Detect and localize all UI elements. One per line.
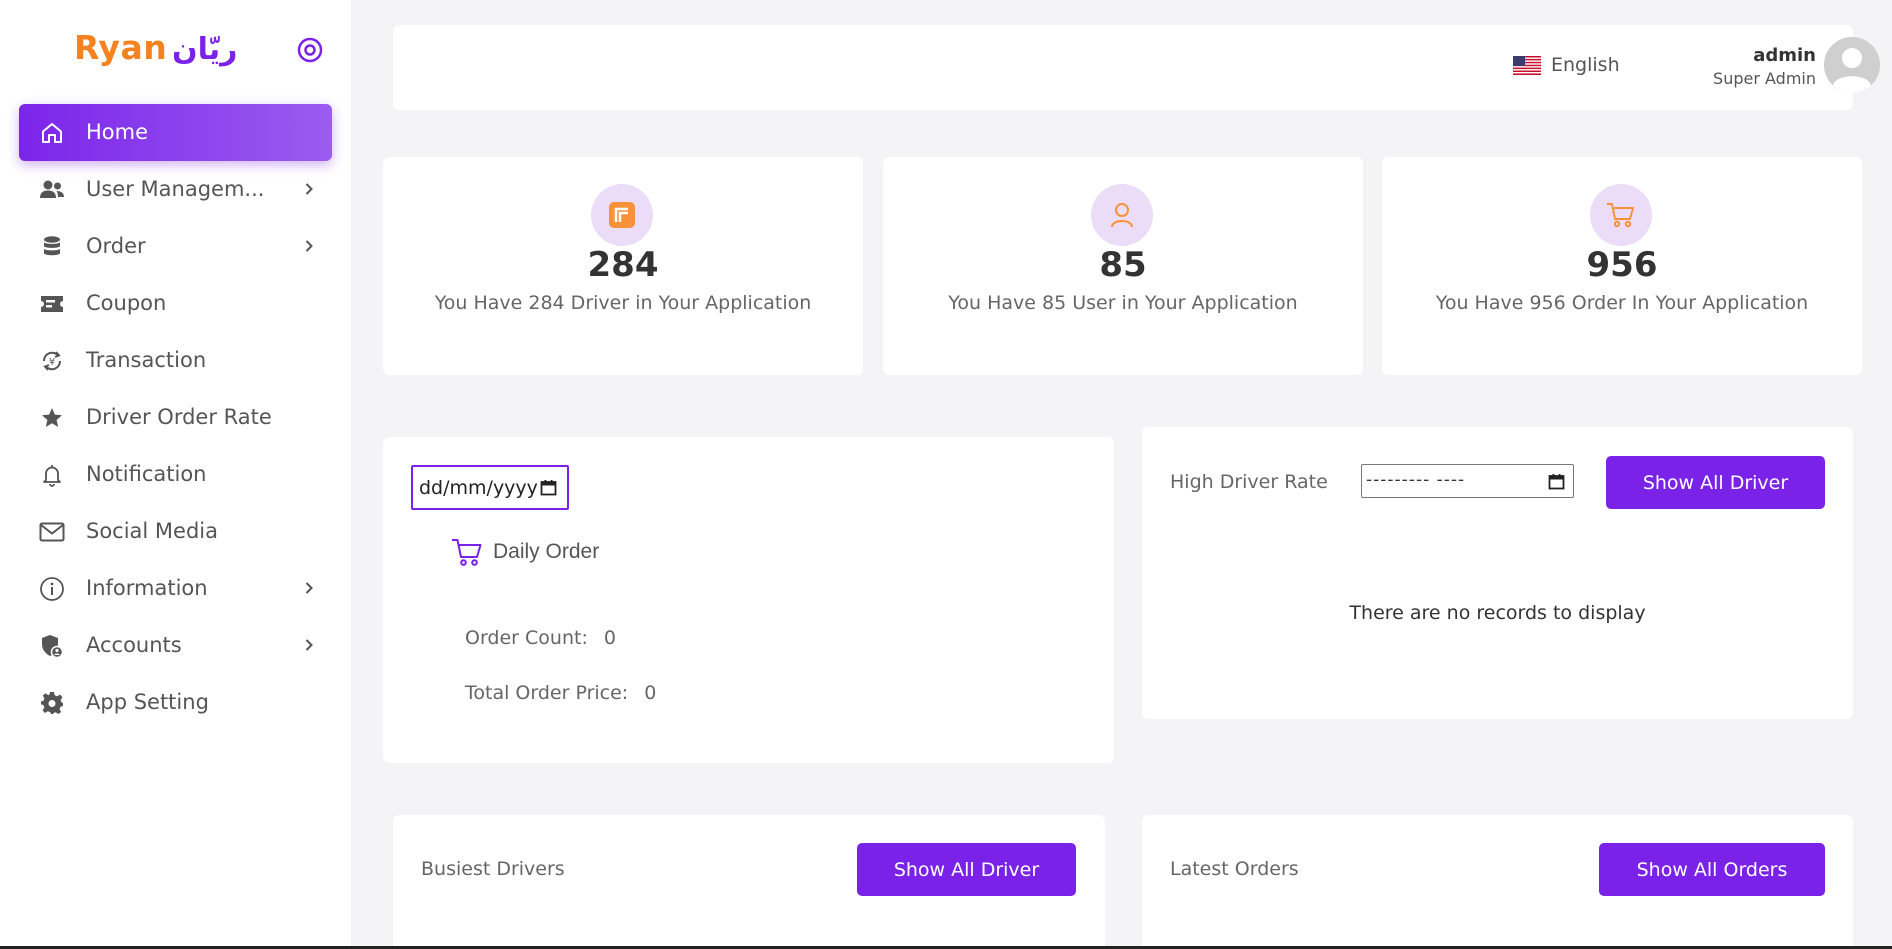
show-all-driver-button[interactable]: Show All Driver xyxy=(857,843,1076,896)
month-placeholder: --------- ---- xyxy=(1366,470,1466,490)
sidebar-item-label: User Managem... xyxy=(86,177,265,201)
high-driver-rate-label: High Driver Rate xyxy=(1170,471,1328,493)
calendar-icon[interactable] xyxy=(1548,473,1565,490)
order-count-label: Order Count: xyxy=(465,627,588,649)
total-order-price-row: Total Order Price: 0 xyxy=(465,682,656,704)
chevron-right-icon xyxy=(300,237,318,255)
latest-orders-panel: Latest Orders Show All Orders xyxy=(1142,815,1853,949)
sidebar-item-label: Transaction xyxy=(86,348,207,372)
top-header: English admin Super Admin xyxy=(393,25,1880,110)
user-name: admin xyxy=(1753,45,1816,66)
busiest-drivers-title: Busiest Drivers xyxy=(421,858,565,880)
mail-icon xyxy=(39,519,65,545)
stat-value: 956 xyxy=(1586,245,1658,285)
sidebar-nav: Home User Managem... Order Coupon ¥ Tran… xyxy=(19,104,332,731)
brand-name-latin: Ryan xyxy=(74,28,168,67)
daily-order-title: Daily Order xyxy=(451,537,599,567)
brand-logo: Ryan ريّان xyxy=(0,28,351,74)
stat-card-orders: 956 You Have 956 Order In Your Applicati… xyxy=(1382,157,1862,375)
us-flag-icon xyxy=(1513,55,1541,75)
sidebar-item-user-management[interactable]: User Managem... xyxy=(19,161,332,218)
language-label: English xyxy=(1551,54,1620,76)
cart-icon xyxy=(1590,184,1652,246)
show-all-driver-button[interactable]: Show All Driver xyxy=(1606,456,1825,509)
info-icon xyxy=(39,576,65,602)
database-icon xyxy=(39,234,65,260)
language-selector[interactable]: English xyxy=(1513,54,1620,76)
sidebar-item-accounts[interactable]: Accounts xyxy=(19,617,332,674)
daily-order-label: Daily Order xyxy=(493,540,600,563)
sidebar-item-transaction[interactable]: ¥ Transaction xyxy=(19,332,332,389)
stat-description: You Have 85 User in Your Application xyxy=(948,292,1298,314)
sidebar-item-home[interactable]: Home xyxy=(19,104,332,161)
user-role: Super Admin xyxy=(1713,69,1816,88)
ticket-icon xyxy=(39,291,65,317)
stat-card-users: 85 You Have 85 User in Your Application xyxy=(883,157,1363,375)
show-all-orders-button[interactable]: Show All Orders xyxy=(1599,843,1825,896)
shield-user-icon xyxy=(39,633,65,659)
busiest-drivers-panel: Busiest Drivers Show All Driver xyxy=(393,815,1105,949)
sidebar-item-information[interactable]: Information xyxy=(19,560,332,617)
order-count-value: 0 xyxy=(603,627,617,649)
sidebar-item-label: Social Media xyxy=(86,519,219,543)
stat-description: You Have 284 Driver in Your Application xyxy=(434,292,812,314)
stat-value: 85 xyxy=(1099,245,1147,285)
stat-card-drivers: 284 You Have 284 Driver in Your Applicat… xyxy=(383,157,863,375)
chevron-right-icon xyxy=(300,636,318,654)
sidebar-item-label: App Setting xyxy=(86,690,209,714)
user-icon xyxy=(1091,184,1153,246)
gear-icon xyxy=(39,690,65,716)
order-count-row: Order Count: 0 xyxy=(465,627,616,649)
total-order-price-value: 0 xyxy=(644,682,657,704)
stat-description: You Have 956 Order In Your Application xyxy=(1435,292,1809,314)
sidebar-item-label: Information xyxy=(86,576,208,600)
daily-order-panel: dd/mm/yyyy Daily Order Order Count: 0 To… xyxy=(383,437,1114,763)
home-icon xyxy=(39,120,65,146)
total-order-price-label: Total Order Price: xyxy=(465,682,629,704)
empty-state-text: There are no records to display xyxy=(1349,602,1646,624)
avatar[interactable] xyxy=(1824,37,1880,93)
currency-exchange-icon: ¥ xyxy=(39,348,65,374)
sidebar-item-label: Notification xyxy=(86,462,207,486)
sidebar-item-social-media[interactable]: Social Media xyxy=(19,503,332,560)
bell-icon xyxy=(39,462,65,488)
sidebar-item-driver-order-rate[interactable]: Driver Order Rate xyxy=(19,389,332,446)
sidebar-item-notification[interactable]: Notification xyxy=(19,446,332,503)
driver-icon xyxy=(591,184,653,246)
sidebar-item-label: Order xyxy=(86,234,146,258)
sidebar-toggle-icon[interactable] xyxy=(296,36,324,64)
daily-order-date-input[interactable]: dd/mm/yyyy xyxy=(411,465,569,510)
sidebar-item-coupon[interactable]: Coupon xyxy=(19,275,332,332)
sidebar-item-order[interactable]: Order xyxy=(19,218,332,275)
calendar-icon[interactable] xyxy=(540,479,557,496)
high-driver-rate-month-input[interactable]: --------- ---- xyxy=(1361,464,1574,498)
sidebar-item-app-setting[interactable]: App Setting xyxy=(19,674,332,731)
sidebar-item-label: Home xyxy=(86,120,149,144)
date-placeholder: dd/mm/yyyy xyxy=(419,476,538,499)
sidebar-item-label: Accounts xyxy=(86,633,182,657)
svg-text:¥: ¥ xyxy=(49,357,55,368)
cart-icon xyxy=(452,539,482,566)
sidebar: Ryan ريّان Home User Managem... Order Co… xyxy=(0,0,351,949)
chevron-right-icon xyxy=(300,579,318,597)
brand-name-arabic: ريّان xyxy=(172,32,238,67)
sidebar-item-label: Coupon xyxy=(86,291,167,315)
sidebar-item-label: Driver Order Rate xyxy=(86,405,272,429)
stat-value: 284 xyxy=(587,245,659,285)
users-icon xyxy=(39,177,65,203)
latest-orders-title: Latest Orders xyxy=(1170,858,1299,880)
chevron-right-icon xyxy=(300,180,318,198)
high-driver-rate-panel: High Driver Rate --------- ---- Show All… xyxy=(1142,427,1853,719)
star-icon xyxy=(39,405,65,431)
